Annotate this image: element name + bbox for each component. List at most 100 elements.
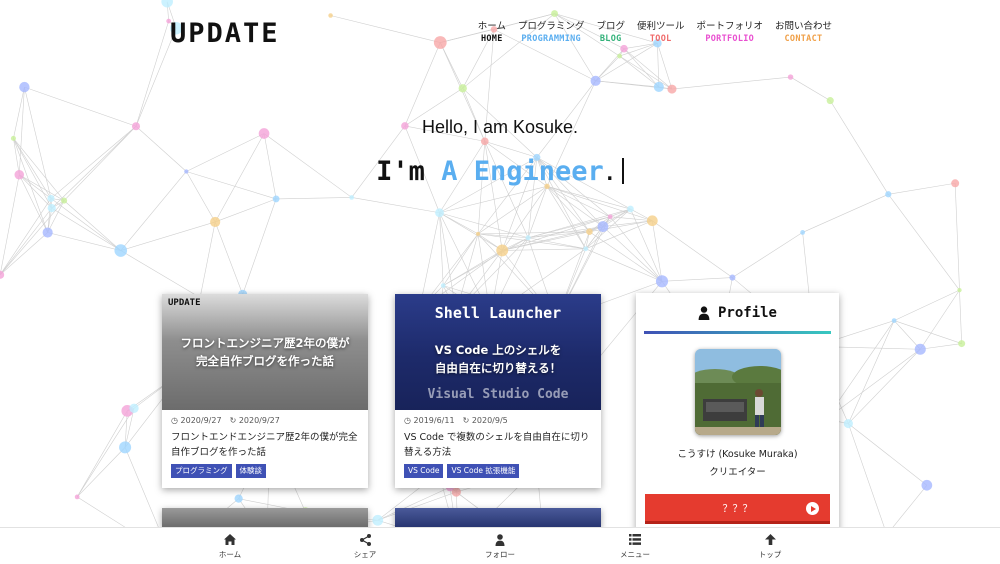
- network-particle: [119, 441, 132, 454]
- article-title[interactable]: フロントエンドエンジニア歴2年の僕が完全自作ブログを作った話: [171, 430, 359, 460]
- network-particle: [42, 227, 53, 238]
- bottom-nav-label: フォロー: [485, 549, 515, 559]
- network-link: [443, 237, 529, 286]
- tag[interactable]: VS Code: [404, 464, 444, 478]
- thumbnail-caption: VS Code 上のシェルを 自由自在に切り替える！: [435, 341, 562, 377]
- article-card[interactable]: UPDATE フロントエンジニア歴2年の僕が 完全自作ブログを作った話 ◷ 20…: [162, 294, 368, 488]
- thumbnail-subheading: Visual Studio Code: [427, 387, 569, 402]
- network-link: [404, 42, 441, 127]
- profile-name: こうすけ (Kosuke Muraka): [677, 449, 798, 460]
- updated-date-text: 2020/9/27: [238, 416, 280, 425]
- network-link: [623, 48, 673, 90]
- nav-item-tool[interactable]: 便利ツール TOOL: [637, 21, 685, 46]
- network-link: [76, 410, 128, 498]
- clock-icon: ◷: [404, 416, 411, 425]
- article-thumbnail: Shell Launcher VS Code 上のシェルを 自由自在に切り替える…: [395, 294, 601, 410]
- network-link: [790, 76, 831, 101]
- typing-cursor: [621, 158, 624, 184]
- network-particle: [433, 36, 447, 49]
- hero-accent-text: A Engineer: [441, 156, 604, 187]
- network-link: [609, 216, 663, 282]
- hero-greeting: Hello, I am Kosuke.: [421, 117, 579, 137]
- nav-label-jp: プログラミング: [517, 21, 585, 32]
- network-link: [120, 250, 201, 298]
- tag[interactable]: 体験談: [235, 464, 266, 478]
- article-dates: ◷ 2020/9/27 ↻ 2020/9/27: [171, 416, 359, 425]
- article-card-partial[interactable]: [162, 508, 368, 528]
- nav-label-jp: ブログ: [596, 21, 625, 32]
- network-link: [652, 220, 733, 278]
- nav-label-jp: ホーム: [477, 21, 506, 32]
- network-particle: [234, 494, 243, 503]
- network-particle: [590, 75, 601, 86]
- nav-label-en: PROGRAMMING: [521, 34, 581, 44]
- network-link: [959, 290, 962, 344]
- thumbnail-heading: Shell Launcher: [434, 304, 562, 322]
- published-date-text: 2019/6/11: [413, 416, 455, 425]
- network-particle: [620, 44, 628, 53]
- article-card[interactable]: Shell Launcher VS Code 上のシェルを 自由自在に切り替える…: [395, 294, 601, 488]
- network-link: [135, 21, 169, 127]
- published-date: ◷ 2019/6/11: [404, 416, 455, 425]
- nav-label-jp: ポートフォリオ: [696, 21, 763, 32]
- article-title[interactable]: VS Code で複数のシェルを自由自在に切り替える方法: [404, 430, 592, 460]
- network-particle: [47, 194, 55, 202]
- article-card-partial[interactable]: [395, 508, 601, 528]
- nav-item-programming[interactable]: プログラミング PROGRAMMING: [518, 21, 585, 46]
- user-icon: [698, 306, 710, 320]
- network-link: [276, 197, 352, 200]
- network-link: [76, 447, 126, 498]
- nav-label-en: PORTFOLIO: [705, 34, 755, 44]
- network-link: [619, 55, 660, 88]
- nav-item-blog[interactable]: ブログ BLOG: [596, 21, 625, 46]
- bottom-nav-label: メニュー: [620, 549, 650, 559]
- network-particle: [583, 246, 589, 252]
- bottom-nav-share[interactable]: シェア: [298, 528, 433, 564]
- network-particle: [921, 479, 933, 491]
- network-particle: [787, 74, 794, 80]
- network-link: [623, 48, 660, 88]
- bottom-nav-follow[interactable]: フォロー: [433, 528, 568, 564]
- thumbnail-caption-line: 自由自在に切り替える！: [434, 361, 562, 375]
- nav-label-jp: お問い合わせ: [774, 21, 832, 32]
- network-particle: [272, 195, 280, 203]
- bottom-nav-home[interactable]: ホーム: [163, 528, 298, 564]
- main-nav: ホーム HOME プログラミング PROGRAMMING ブログ BLOG 便利…: [478, 21, 832, 46]
- network-link: [47, 232, 121, 251]
- nav-label-en: HOME: [480, 34, 503, 44]
- network-link: [585, 248, 663, 282]
- nav-item-portfolio[interactable]: ポートフォリオ PORTFOLIO: [696, 21, 763, 46]
- article-thumbnail: UPDATE フロントエンジニア歴2年の僕が 完全自作ブログを作った話: [162, 294, 368, 410]
- network-link: [802, 194, 889, 233]
- article-dates: ◷ 2019/6/11 ↻ 2020/9/5: [404, 416, 592, 425]
- thumbnail-logo: UPDATE: [168, 298, 201, 308]
- bottom-nav-top[interactable]: トップ: [703, 528, 838, 564]
- network-link: [214, 221, 243, 295]
- profile-role: クリエイター: [709, 467, 766, 478]
- network-link: [888, 194, 960, 291]
- tag[interactable]: VS Code 拡張機能: [447, 464, 520, 478]
- network-particle: [586, 228, 593, 235]
- network-link: [51, 207, 121, 251]
- network-link: [671, 76, 791, 90]
- network-link: [502, 248, 586, 251]
- nav-item-home[interactable]: ホーム HOME: [478, 21, 506, 46]
- thumbnail-caption: フロントエンジニア歴2年の僕が 完全自作ブログを作った話: [181, 334, 350, 370]
- nav-label-jp: 便利ツール: [636, 21, 685, 32]
- network-link: [920, 343, 962, 350]
- updated-date-text: 2020/9/5: [471, 416, 508, 425]
- bottom-nav-menu[interactable]: メニュー: [568, 528, 703, 564]
- network-link: [825, 349, 921, 420]
- network-link: [652, 220, 663, 282]
- network-particle: [440, 283, 446, 288]
- network-particle: [19, 81, 30, 93]
- updated-date: ↻ 2020/9/27: [230, 416, 280, 425]
- hero-prefix: I'm: [376, 156, 442, 187]
- network-particle: [667, 84, 677, 94]
- tag[interactable]: プログラミング: [171, 464, 232, 478]
- profile-action-button[interactable]: ？？？: [645, 494, 830, 524]
- network-link: [602, 226, 663, 282]
- nav-item-contact[interactable]: お問い合わせ CONTACT: [775, 21, 832, 46]
- site-logo[interactable]: UPDATE: [170, 18, 280, 49]
- play-icon: [806, 502, 819, 515]
